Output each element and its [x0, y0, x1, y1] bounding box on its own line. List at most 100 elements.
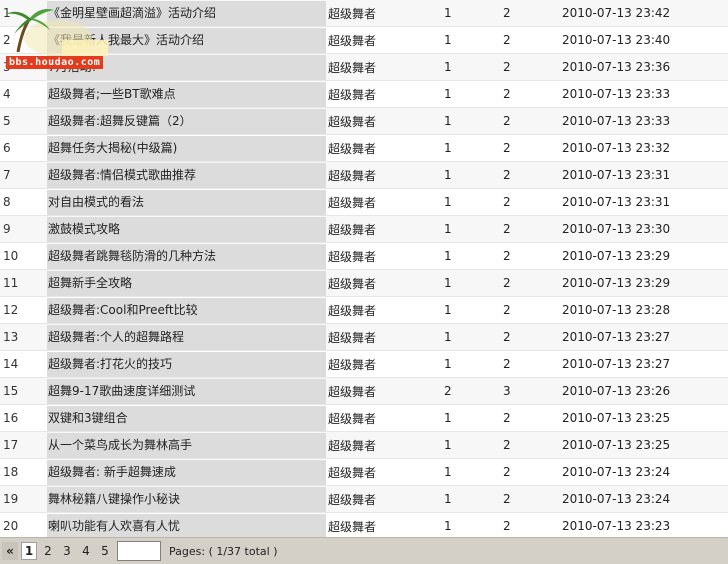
view-count-cell: 2: [503, 107, 562, 135]
view-count: 3: [503, 384, 511, 398]
author-name[interactable]: 超级舞者: [328, 61, 376, 75]
post-date: 2010-07-13 23:24: [562, 465, 671, 479]
page-link[interactable]: 4: [78, 542, 94, 560]
author-name[interactable]: 超级舞者: [328, 223, 376, 237]
topic-title-link[interactable]: 超舞新手全攻略: [47, 270, 326, 296]
topic-title-link[interactable]: 激鼓模式攻略: [47, 216, 326, 242]
topic-row[interactable]: 18 超级舞者: 新手超舞速成 超级舞者 1 2 2010-07-13 23:24: [0, 458, 728, 486]
topic-title-link[interactable]: 超级舞者: 新手超舞速成: [47, 459, 326, 485]
topic-row[interactable]: 7 超级舞者:情侣模式歌曲推荐 超级舞者 1 2 2010-07-13 23:31: [0, 161, 728, 189]
topic-row[interactable]: 8 对自由模式的看法 超级舞者 1 2 2010-07-13 23:31: [0, 188, 728, 216]
view-count-cell: 2: [503, 350, 562, 378]
topic-title-link[interactable]: 超级舞者;一些BT歌难点: [47, 81, 326, 107]
topic-title-link[interactable]: 双键和3键组合: [47, 405, 326, 431]
topic-row[interactable]: 13 超级舞者:个人的超舞路程 超级舞者 1 2 2010-07-13 23:27: [0, 323, 728, 351]
view-count-cell: 3: [503, 377, 562, 405]
row-number: 13: [3, 330, 19, 344]
reply-count-cell: 1: [444, 512, 503, 540]
author-name[interactable]: 超级舞者: [328, 385, 376, 399]
view-count: 2: [503, 249, 511, 263]
site-logo[interactable]: bbs.houdao.com: [0, 0, 160, 72]
post-date-cell: 2010-07-13 23:23: [562, 512, 728, 540]
author-name-cell: 超级舞者: [326, 350, 444, 378]
author-name[interactable]: 超级舞者: [328, 115, 376, 129]
topic-title-link[interactable]: 超级舞者:超舞反键篇（2）: [47, 108, 326, 134]
author-name[interactable]: 超级舞者: [328, 277, 376, 291]
author-name[interactable]: 超级舞者: [328, 412, 376, 426]
row-number-cell: 14: [0, 350, 44, 378]
reply-count-cell: 1: [444, 404, 503, 432]
topic-title-link[interactable]: 超级舞者:情侣模式歌曲推荐: [47, 162, 326, 188]
view-count-cell: 2: [503, 512, 562, 540]
author-name-cell: 超级舞者: [326, 377, 444, 405]
author-name[interactable]: 超级舞者: [328, 142, 376, 156]
topic-row[interactable]: 11 超舞新手全攻略 超级舞者 1 2 2010-07-13 23:29: [0, 269, 728, 297]
topic-row[interactable]: 12 超级舞者:Cool和Preeft比较 超级舞者 1 2 2010-07-13 23:…: [0, 296, 728, 324]
author-name-cell: 超级舞者: [326, 161, 444, 189]
topic-row[interactable]: 14 超级舞者:打花火的技巧 超级舞者 1 2 2010-07-13 23:27: [0, 350, 728, 378]
topic-row[interactable]: 4 超级舞者;一些BT歌难点 超级舞者 1 2 2010-07-13 23:33: [0, 80, 728, 108]
page-link-current[interactable]: 1: [21, 542, 37, 560]
topic-row[interactable]: 10 超级舞者跳舞毯防滑的几种方法 超级舞者 1 2 2010-07-13 23:29: [0, 242, 728, 270]
author-name[interactable]: 超级舞者: [328, 88, 376, 102]
topic-row[interactable]: 15 超舞9-17歌曲速度详细测试 超级舞者 2 3 2010-07-13 23:26: [0, 377, 728, 405]
author-name[interactable]: 超级舞者: [328, 439, 376, 453]
author-name[interactable]: 超级舞者: [328, 493, 376, 507]
view-count-cell: 2: [503, 269, 562, 297]
topic-title-link[interactable]: 超级舞者:打花火的技巧: [47, 351, 326, 377]
page-link[interactable]: 2: [40, 542, 56, 560]
reply-count: 1: [444, 168, 452, 182]
reply-count: 1: [444, 114, 452, 128]
page-link[interactable]: 5: [97, 542, 113, 560]
topic-title-link[interactable]: 超舞任务大揭秘(中级篇): [47, 135, 326, 161]
topic-row[interactable]: 6 超舞任务大揭秘(中级篇) 超级舞者 1 2 2010-07-13 23:32: [0, 134, 728, 162]
author-name[interactable]: 超级舞者: [328, 466, 376, 480]
author-name-cell: 超级舞者: [326, 296, 444, 324]
topic-row[interactable]: 19 舞林秘籍八键操作小秘诀 超级舞者 1 2 2010-07-13 23:24: [0, 485, 728, 513]
post-date-cell: 2010-07-13 23:40: [562, 26, 728, 54]
first-page-button[interactable]: «: [2, 542, 18, 560]
topic-title-link[interactable]: 舞林秘籍八键操作小秘诀: [47, 486, 326, 512]
topic-row[interactable]: 17 从一个菜鸟成长为舞林高手 超级舞者 1 2 2010-07-13 23:25: [0, 431, 728, 459]
author-name[interactable]: 超级舞者: [328, 169, 376, 183]
topic-title-link[interactable]: 超级舞者跳舞毯防滑的几种方法: [47, 243, 326, 269]
view-count: 2: [503, 33, 511, 47]
post-date: 2010-07-13 23:27: [562, 357, 671, 371]
page-link[interactable]: 3: [59, 542, 75, 560]
row-number-cell: 17: [0, 431, 44, 459]
row-number-cell: 11: [0, 269, 44, 297]
topic-title-link[interactable]: 超舞9-17歌曲速度详细测试: [47, 378, 326, 404]
row-number-cell: 7: [0, 161, 44, 189]
post-date: 2010-07-13 23:30: [562, 222, 671, 236]
author-name-cell: 超级舞者: [326, 269, 444, 297]
topic-title-link[interactable]: 对自由模式的看法: [47, 189, 326, 215]
topic-title-link[interactable]: 从一个菜鸟成长为舞林高手: [47, 432, 326, 458]
topic-title-link[interactable]: 超级舞者:Cool和Preeft比较: [47, 297, 326, 323]
reply-count: 1: [444, 60, 452, 74]
page-jump-input[interactable]: [117, 541, 161, 561]
topic-row[interactable]: 5 超级舞者:超舞反键篇（2） 超级舞者 1 2 2010-07-13 23:33: [0, 107, 728, 135]
author-name[interactable]: 超级舞者: [328, 304, 376, 318]
post-date: 2010-07-13 23:31: [562, 168, 671, 182]
author-name[interactable]: 超级舞者: [328, 358, 376, 372]
author-name[interactable]: 超级舞者: [328, 7, 376, 21]
topic-row[interactable]: 9 激鼓模式攻略 超级舞者 1 2 2010-07-13 23:30: [0, 215, 728, 243]
topic-title-link-cell: 超级舞者:Cool和Preeft比较: [44, 296, 326, 324]
topic-row[interactable]: 16 双键和3键组合 超级舞者 1 2 2010-07-13 23:25: [0, 404, 728, 432]
author-name[interactable]: 超级舞者: [328, 520, 376, 534]
author-name-cell: 超级舞者: [326, 485, 444, 513]
author-name[interactable]: 超级舞者: [328, 250, 376, 264]
topic-title-link[interactable]: 超级舞者:个人的超舞路程: [47, 324, 326, 350]
post-date: 2010-07-13 23:29: [562, 276, 671, 290]
reply-count: 1: [444, 276, 452, 290]
reply-count-cell: 1: [444, 107, 503, 135]
row-number-cell: 8: [0, 188, 44, 216]
author-name[interactable]: 超级舞者: [328, 34, 376, 48]
author-name[interactable]: 超级舞者: [328, 196, 376, 210]
topic-title-link-cell: 超舞新手全攻略: [44, 269, 326, 297]
topic-title-link[interactable]: 喇叭功能有人欢喜有人忧: [47, 513, 326, 539]
author-name[interactable]: 超级舞者: [328, 331, 376, 345]
topic-row[interactable]: 20 喇叭功能有人欢喜有人忧 超级舞者 1 2 2010-07-13 23:23: [0, 512, 728, 540]
post-date: 2010-07-13 23:27: [562, 330, 671, 344]
post-date: 2010-07-13 23:28: [562, 303, 671, 317]
